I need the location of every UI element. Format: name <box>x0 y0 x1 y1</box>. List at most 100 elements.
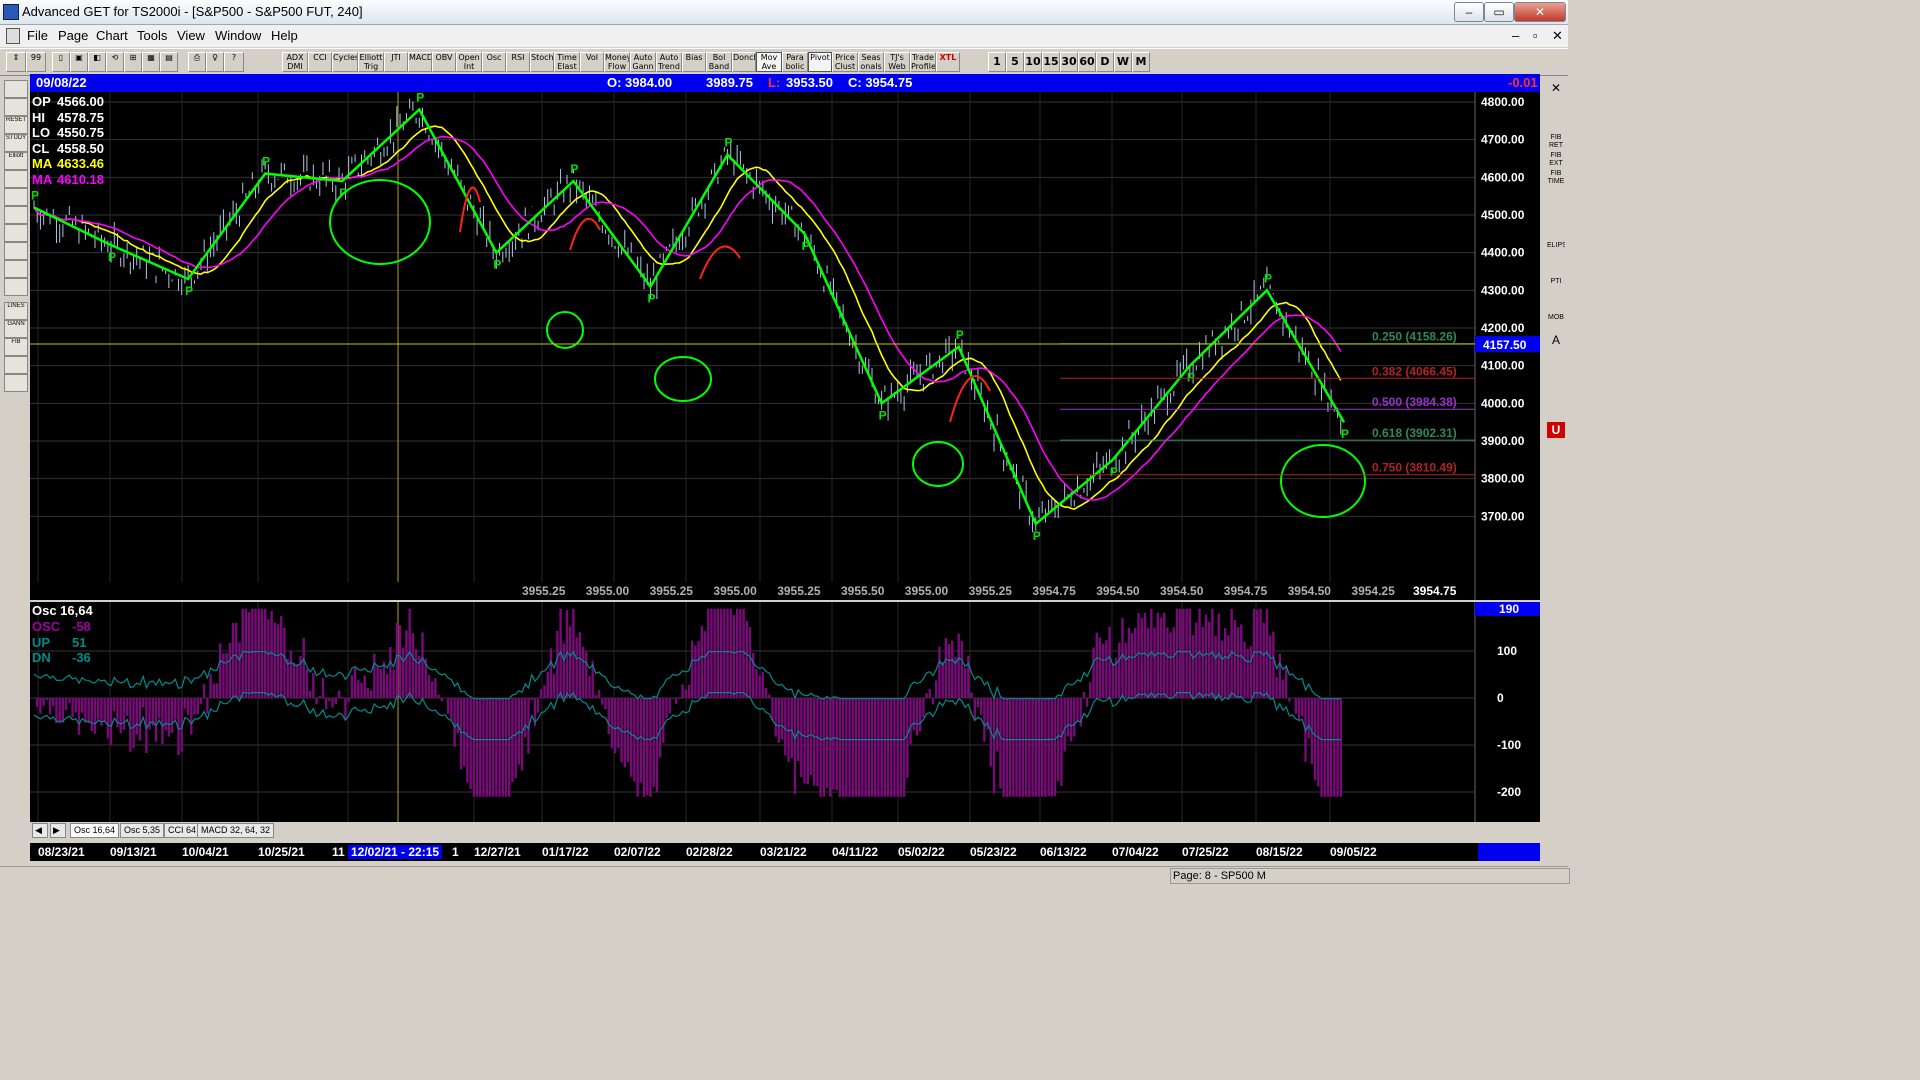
period-button-1[interactable]: 1 <box>988 52 1006 72</box>
study-button-auto-trend[interactable]: Auto Trend <box>656 52 682 72</box>
study-button-osc[interactable]: Osc <box>482 52 506 72</box>
help-cursor-icon[interactable]: ? <box>224 52 244 72</box>
study-button-time-elast[interactable]: Time Elast <box>554 52 580 72</box>
study-button-tj-s-web[interactable]: TJ's Web <box>884 52 910 72</box>
menu-window[interactable]: Window <box>215 28 261 43</box>
tile-icon[interactable]: ⊞ <box>124 52 142 72</box>
right-tool-elips[interactable]: ELIPS <box>1547 242 1565 258</box>
left-tool-gann[interactable]: GANN <box>4 320 28 338</box>
mdi-close-button[interactable]: ✕ <box>1552 28 1563 44</box>
study-button-rsi[interactable]: RSI <box>506 52 530 72</box>
right-tool-icon-18[interactable] <box>1547 404 1565 420</box>
menu-help[interactable]: Help <box>271 28 298 43</box>
left-tool-study[interactable]: STUDY <box>4 134 28 152</box>
close-button[interactable]: ✕ <box>1514 2 1566 22</box>
period-button-60[interactable]: 60 <box>1078 52 1096 72</box>
open-icon[interactable]: ◧ <box>88 52 106 72</box>
tab-osc-16-64[interactable]: Osc 16,64 <box>70 823 120 838</box>
right-tool-icon-10[interactable] <box>1547 260 1565 276</box>
left-tool-icon-0[interactable] <box>4 80 28 98</box>
left-tool-icon-6[interactable] <box>4 188 28 206</box>
print-icon[interactable]: ⎙ <box>188 52 206 72</box>
left-tool-elliott[interactable]: Elliott <box>4 152 28 170</box>
menu-page[interactable]: Page <box>58 28 88 43</box>
study-button-xtl[interactable]: XTL <box>936 52 960 72</box>
study-button-jti[interactable]: JTI <box>384 52 408 72</box>
right-tool-icon-8[interactable] <box>1547 224 1565 240</box>
period-button-w[interactable]: W <box>1114 52 1132 72</box>
period-button-5[interactable]: 5 <box>1006 52 1024 72</box>
right-tool-icon-17[interactable] <box>1547 386 1565 402</box>
price-chart-panel[interactable]: 4800.00 4700.00 4600.00 4500.00 4400.00 4300.… <box>30 92 1540 600</box>
left-tool-icon-10[interactable] <box>4 260 28 278</box>
study-button-obv[interactable]: OBV <box>432 52 456 72</box>
period-button-10[interactable]: 10 <box>1024 52 1042 72</box>
left-tool-fib[interactable]: FIB <box>4 338 28 356</box>
right-tool-icon-6[interactable] <box>1547 188 1565 204</box>
tab-prev-arrow[interactable]: ◀ <box>32 823 48 838</box>
left-tool-icon-7[interactable] <box>4 206 28 224</box>
left-tool-lines[interactable]: LINES <box>4 302 28 320</box>
study-button-cci[interactable]: CCI <box>308 52 332 72</box>
period-button-d[interactable]: D <box>1096 52 1114 72</box>
doc-icon[interactable] <box>6 28 20 44</box>
study-button-donch[interactable]: Donch <box>732 52 756 72</box>
tab-cci-64[interactable]: CCI 64 <box>164 823 201 838</box>
study-button-price-clust[interactable]: Price Clust <box>832 52 858 72</box>
study-button-auto-gann[interactable]: Auto Gann <box>630 52 656 72</box>
study-button-cycles[interactable]: Cycles <box>332 52 358 72</box>
study-button-mov-ave[interactable]: Mov Ave <box>756 52 782 72</box>
oscillator-panel[interactable]: 100 0 -100 -200 190 Osc 16,64 OSC -58 UP 51 DN -3… <box>30 602 1540 822</box>
period-button-15[interactable]: 15 <box>1042 52 1060 72</box>
right-tool-icon-12[interactable] <box>1547 296 1565 312</box>
menu-chart[interactable]: Chart <box>96 28 128 43</box>
right-tool-mob[interactable]: MOB <box>1547 314 1565 330</box>
right-tool-icon-15[interactable] <box>1547 350 1565 366</box>
oscillator-chart[interactable]: 100 0 -100 -200 190 <box>30 602 1540 822</box>
menu-view[interactable]: View <box>177 28 205 43</box>
study-button-para-bolic[interactable]: Para bolic <box>782 52 808 72</box>
study-button-bias[interactable]: Bias <box>682 52 706 72</box>
study-button-stoch[interactable]: Stoch <box>530 52 554 72</box>
study-button-pivot[interactable]: Pivot <box>808 52 832 72</box>
left-tool-icon-9[interactable] <box>4 242 28 260</box>
right-tool-a[interactable]: A <box>1547 332 1565 348</box>
study-button-macd[interactable]: MACD <box>408 52 432 72</box>
right-tool-icon-7[interactable] <box>1547 206 1565 222</box>
study-button-vol[interactable]: Vol <box>580 52 604 72</box>
right-tool-icon-16[interactable] <box>1547 368 1565 384</box>
period-button-m[interactable]: M <box>1132 52 1150 72</box>
tab-macd[interactable]: MACD 32, 64, 32 <box>197 823 275 838</box>
minimize-button[interactable]: – <box>1454 2 1484 22</box>
study-button-open-int[interactable]: Open Int <box>456 52 482 72</box>
right-tool-fib-ret[interactable]: FIB RET <box>1547 134 1565 150</box>
grid-icon[interactable]: ▦ <box>142 52 160 72</box>
right-tool-pti[interactable]: PTI <box>1547 278 1565 294</box>
study-button-bol-band[interactable]: Bol Band <box>706 52 732 72</box>
copy-icon[interactable]: ▣ <box>70 52 88 72</box>
left-tool-icon-16[interactable] <box>4 374 28 392</box>
tip-icon[interactable]: ♀ <box>206 52 224 72</box>
maximize-button[interactable]: ▭ <box>1484 2 1514 22</box>
mdi-restore-button[interactable]: ▫ <box>1533 28 1538 43</box>
study-button-seas-onals[interactable]: Seas onals <box>858 52 884 72</box>
tab-next-arrow[interactable]: ▶ <box>50 823 66 838</box>
tab-osc-5-35[interactable]: Osc 5,35 <box>120 823 165 838</box>
right-tool-icon-0[interactable]: ✕ <box>1547 80 1565 96</box>
study-button-adx-dmi[interactable]: ADX DMI <box>282 52 308 72</box>
menu-file[interactable]: File <box>27 28 48 43</box>
study-button-trade-profile[interactable]: Trade Profile <box>910 52 936 72</box>
right-tool-icon-2[interactable] <box>1547 116 1565 132</box>
left-tool-icon-8[interactable] <box>4 224 28 242</box>
refresh-icon[interactable]: ⟲ <box>106 52 124 72</box>
left-tool-icon-5[interactable] <box>4 170 28 188</box>
left-tool-icon-1[interactable] <box>4 98 28 116</box>
menu-tools[interactable]: Tools <box>137 28 167 43</box>
quote-tool-icon[interactable]: 99 <box>26 52 46 72</box>
left-tool-icon-11[interactable] <box>4 278 28 296</box>
right-tool-fib-ext[interactable]: FIB EXT <box>1547 152 1565 168</box>
price-chart[interactable]: 4800.00 4700.00 4600.00 4500.00 4400.00 4300.… <box>30 92 1540 600</box>
cursor-tool-icon[interactable]: ⇕ <box>6 52 26 72</box>
mdi-minimize-button[interactable]: – <box>1512 28 1519 43</box>
date-scroll-marker[interactable] <box>1478 843 1540 861</box>
